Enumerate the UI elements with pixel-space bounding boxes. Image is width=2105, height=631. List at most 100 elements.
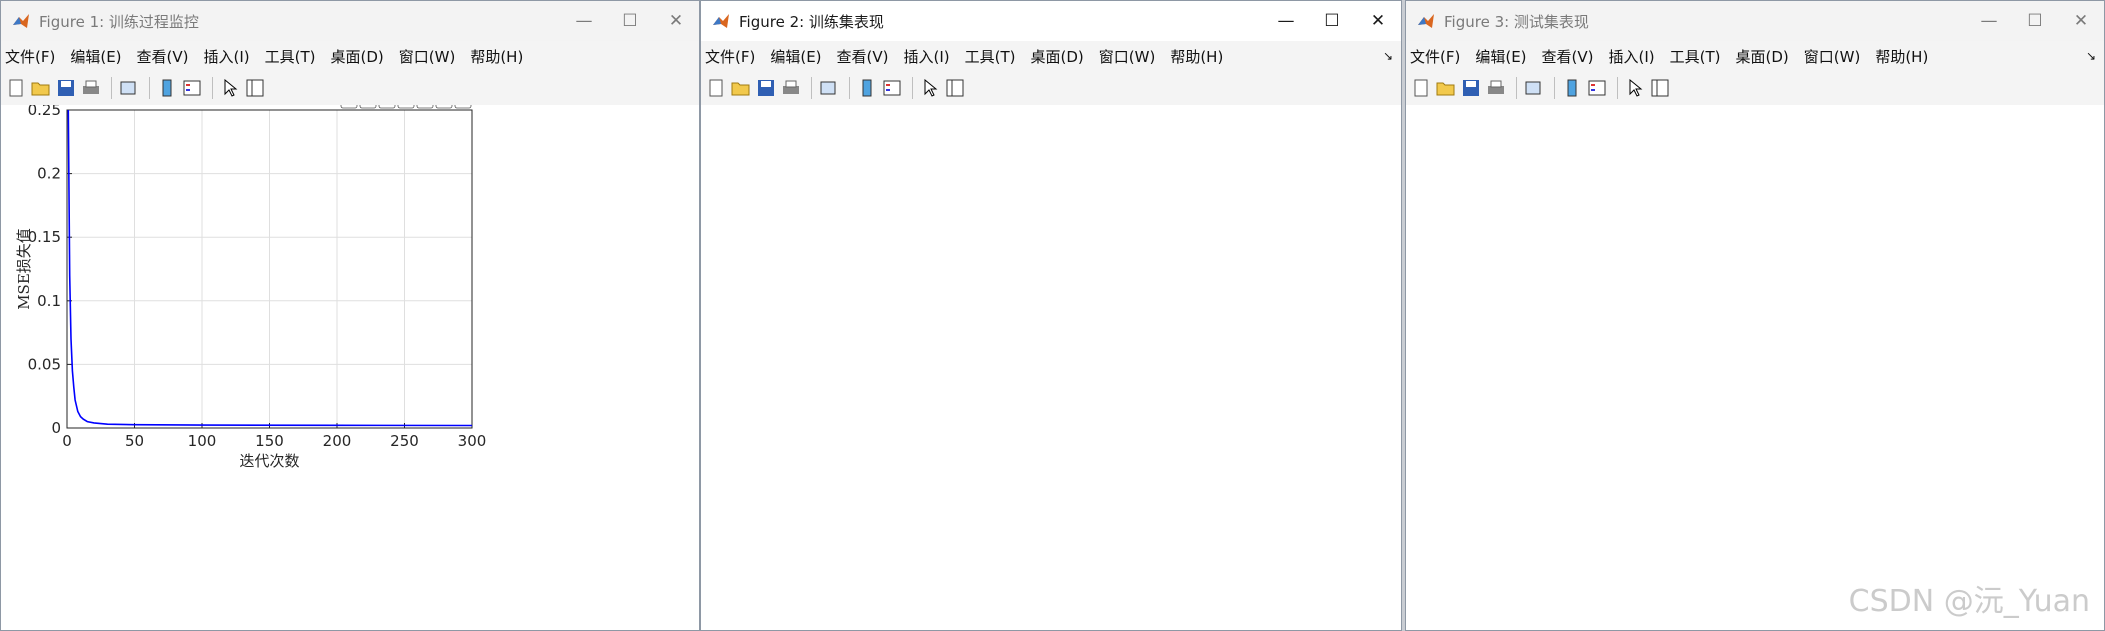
dock-figure-icon[interactable]: ↘ bbox=[2086, 49, 2096, 63]
open-file-icon[interactable] bbox=[1435, 77, 1457, 99]
colorbar-icon[interactable] bbox=[856, 77, 878, 99]
zoom-out-icon[interactable] bbox=[435, 105, 453, 109]
export-icon[interactable] bbox=[378, 105, 396, 109]
minimize-button[interactable]: — bbox=[1966, 1, 2012, 41]
close-button[interactable]: ✕ bbox=[653, 1, 699, 41]
watermark: CSDN @沅_Yuan bbox=[1848, 584, 2090, 619]
print-icon[interactable] bbox=[780, 77, 802, 99]
x-tick-label: 250 bbox=[390, 432, 419, 450]
menu-edit[interactable]: 编辑(E) bbox=[1475, 46, 1526, 67]
open-file-icon[interactable] bbox=[730, 77, 752, 99]
menu-bar: 文件(F) 编辑(E) 查看(V) 插入(I) 工具(T) 桌面(D) 窗口(W… bbox=[1, 41, 699, 71]
menu-help[interactable]: 帮助(H) bbox=[1170, 46, 1223, 67]
menu-window[interactable]: 窗口(W) bbox=[1804, 46, 1861, 67]
close-button[interactable]: ✕ bbox=[1355, 1, 1401, 41]
colorbar-icon[interactable] bbox=[156, 77, 178, 99]
menu-help[interactable]: 帮助(H) bbox=[470, 46, 523, 67]
x-tick-label: 100 bbox=[188, 432, 217, 450]
y-tick-label: 0.1 bbox=[37, 292, 61, 310]
train-plots: 010203040506070802030405060训练集预测对比真实值预测值 bbox=[701, 105, 1402, 631]
property-inspector-icon[interactable] bbox=[244, 77, 266, 99]
pointer-icon[interactable] bbox=[1624, 77, 1646, 99]
home-icon[interactable] bbox=[454, 105, 472, 109]
property-inspector-icon[interactable] bbox=[944, 77, 966, 99]
figure-canvas: 010203040506070802030405060训练集预测对比真实值预测值 bbox=[701, 105, 1401, 630]
menu-desktop[interactable]: 桌面(D) bbox=[1031, 46, 1084, 67]
figure-toolbar bbox=[701, 71, 1401, 106]
save-icon[interactable] bbox=[755, 77, 777, 99]
data-tips-icon-glyph bbox=[359, 105, 377, 109]
minimize-button[interactable]: — bbox=[561, 1, 607, 41]
title-bar[interactable]: Figure 1: 训练过程监控 — ☐ ✕ bbox=[1, 1, 699, 41]
pointer-icon[interactable] bbox=[219, 77, 241, 99]
menu-file[interactable]: 文件(F) bbox=[5, 46, 55, 67]
menu-help[interactable]: 帮助(H) bbox=[1875, 46, 1928, 67]
legend-icon[interactable] bbox=[181, 77, 203, 99]
test-plots bbox=[1406, 105, 2105, 631]
close-button[interactable]: ✕ bbox=[2058, 1, 2104, 41]
property-inspector-icon[interactable] bbox=[1649, 77, 1671, 99]
y-tick-label: 0.2 bbox=[37, 165, 61, 183]
x-tick-label: 0 bbox=[62, 432, 72, 450]
menu-file[interactable]: 文件(F) bbox=[1410, 46, 1460, 67]
menu-edit[interactable]: 编辑(E) bbox=[770, 46, 821, 67]
title-bar[interactable]: Figure 2: 训练集表现 — ☐ ✕ bbox=[701, 1, 1401, 41]
legend-icon[interactable] bbox=[881, 77, 903, 99]
pan-icon[interactable] bbox=[397, 105, 415, 109]
menu-desktop[interactable]: 桌面(D) bbox=[331, 46, 384, 67]
toolbar-separator bbox=[1516, 77, 1517, 99]
minimize-button[interactable]: — bbox=[1263, 1, 1309, 41]
menu-tools[interactable]: 工具(T) bbox=[1670, 46, 1721, 67]
save-icon[interactable] bbox=[55, 77, 77, 99]
dock-figure-icon[interactable]: ↘ bbox=[1383, 49, 1393, 63]
menu-insert[interactable]: 插入(I) bbox=[1609, 46, 1655, 67]
colorbar-icon[interactable] bbox=[1561, 77, 1583, 99]
figure-window-2: Figure 2: 训练集表现 — ☐ ✕ 文件(F) 编辑(E) 查看(V) … bbox=[700, 0, 1402, 631]
x-tick-label: 50 bbox=[125, 432, 144, 450]
print-icon[interactable] bbox=[80, 77, 102, 99]
menu-tools[interactable]: 工具(T) bbox=[265, 46, 316, 67]
menu-edit[interactable]: 编辑(E) bbox=[70, 46, 121, 67]
data-tips-icon[interactable] bbox=[359, 105, 377, 109]
figure-toolbar bbox=[1406, 71, 2104, 106]
toolbar-separator bbox=[811, 77, 812, 99]
menu-tools[interactable]: 工具(T) bbox=[965, 46, 1016, 67]
menu-insert[interactable]: 插入(I) bbox=[904, 46, 950, 67]
save-icon[interactable] bbox=[1460, 77, 1482, 99]
toolbar-separator bbox=[111, 77, 112, 99]
y-tick-label: 0.25 bbox=[28, 105, 61, 119]
open-file-icon[interactable] bbox=[30, 77, 52, 99]
new-figure-icon[interactable] bbox=[1410, 77, 1432, 99]
menu-view[interactable]: 查看(V) bbox=[1542, 46, 1594, 67]
brush-icon[interactable] bbox=[340, 105, 358, 109]
maximize-button[interactable]: ☐ bbox=[1309, 1, 1355, 41]
menu-bar: 文件(F) 编辑(E) 查看(V) 插入(I) 工具(T) 桌面(D) 窗口(W… bbox=[1406, 41, 2104, 71]
y-axis-label: MSE损失值 bbox=[15, 228, 33, 310]
menu-view[interactable]: 查看(V) bbox=[137, 46, 189, 67]
print-icon[interactable] bbox=[1485, 77, 1507, 99]
new-figure-icon[interactable] bbox=[5, 77, 27, 99]
link-plot-icon[interactable] bbox=[818, 77, 840, 99]
menu-view[interactable]: 查看(V) bbox=[837, 46, 889, 67]
new-figure-icon[interactable] bbox=[705, 77, 727, 99]
toolbar-separator bbox=[149, 77, 150, 99]
maximize-button[interactable]: ☐ bbox=[2012, 1, 2058, 41]
toolbar-separator bbox=[1554, 77, 1555, 99]
menu-window[interactable]: 窗口(W) bbox=[399, 46, 456, 67]
maximize-button[interactable]: ☐ bbox=[607, 1, 653, 41]
brush-icon-glyph bbox=[340, 105, 358, 109]
chart-title: 训练损失变化曲线 bbox=[209, 105, 329, 106]
pointer-icon[interactable] bbox=[919, 77, 941, 99]
legend-icon[interactable] bbox=[1586, 77, 1608, 99]
figure-canvas: 05010015020025030000.050.10.150.20.25训练损… bbox=[1, 105, 699, 630]
title-bar[interactable]: Figure 3: 测试集表现 — ☐ ✕ bbox=[1406, 1, 2104, 41]
menu-insert[interactable]: 插入(I) bbox=[204, 46, 250, 67]
zoom-in-icon-glyph bbox=[416, 105, 434, 109]
link-plot-icon[interactable] bbox=[1523, 77, 1545, 99]
menu-window[interactable]: 窗口(W) bbox=[1099, 46, 1156, 67]
zoom-in-icon[interactable] bbox=[416, 105, 434, 109]
link-plot-icon[interactable] bbox=[118, 77, 140, 99]
menu-file[interactable]: 文件(F) bbox=[705, 46, 755, 67]
toolbar-separator bbox=[1617, 77, 1618, 99]
menu-desktop[interactable]: 桌面(D) bbox=[1736, 46, 1789, 67]
